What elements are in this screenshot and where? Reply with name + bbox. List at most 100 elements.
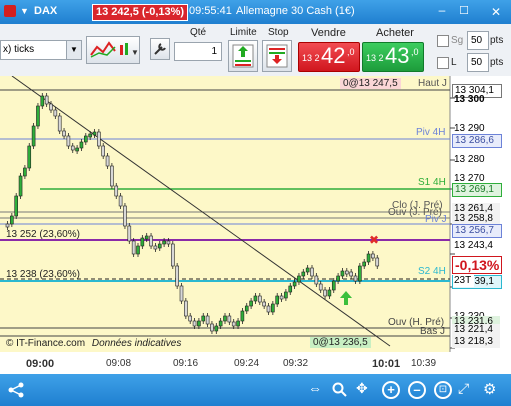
candle-body [44, 95, 49, 105]
candle-body [314, 275, 319, 285]
settings-icon[interactable]: ⚙ [483, 380, 496, 398]
candle-body [110, 165, 114, 187]
chart-tools-button[interactable]: ▼ [86, 36, 140, 64]
dropdown-icon[interactable]: ▼ [20, 6, 29, 16]
candle-body [5, 223, 10, 228]
buy-button[interactable]: 13 2 43 ,0 [362, 42, 424, 72]
wrench-icon [154, 43, 166, 55]
stop-order-button[interactable] [262, 40, 292, 72]
candle-body [162, 240, 166, 245]
time-label-0916: 09:16 [173, 358, 199, 369]
sell-price-main: 42 [321, 43, 346, 68]
zoom-in-icon[interactable]: + [382, 381, 400, 399]
sg-unit: pts [490, 35, 504, 46]
candle-body [249, 300, 253, 307]
qty-input[interactable]: 1 [174, 42, 222, 61]
candle-body [192, 320, 197, 327]
buy-label: Acheter [376, 27, 414, 39]
candle-body [349, 271, 353, 277]
candle-body [188, 315, 192, 322]
arrows-icon[interactable]: ⇔ [308, 380, 322, 396]
lock-icon[interactable]: ⤢ [458, 380, 469, 397]
chart-tools-icon: ▼ [90, 41, 139, 58]
candle-body [375, 257, 380, 267]
time-label-0932: 09:32 [283, 358, 309, 369]
sg-checkbox[interactable] [437, 35, 449, 47]
s2-4h-label: S2 4H [418, 266, 446, 277]
candle-body [27, 145, 32, 169]
limit-label: Limite [230, 27, 257, 38]
sg-input[interactable]: 50 [467, 31, 489, 50]
copyright-owner: © IT-Finance.com [6, 338, 86, 349]
candle-body [358, 265, 362, 282]
candle-body [10, 215, 14, 225]
candle-body [157, 243, 162, 249]
candle-body [362, 261, 367, 267]
price-chart[interactable]: ✖ Haut J 0@13 247,5 Piv 4H S1 4H Clo (J.… [0, 76, 511, 354]
candle-body [84, 135, 88, 143]
l-unit: pts [490, 57, 504, 68]
candle-body [75, 147, 79, 152]
minimize-icon[interactable]: – [434, 4, 450, 19]
candle-body [144, 235, 149, 240]
candle-body [257, 295, 262, 303]
zoom-fit-icon[interactable]: ⊡ [434, 381, 452, 399]
price-13221: 13 221,4 [452, 324, 500, 336]
time-label-1001: 10:01 [372, 358, 401, 370]
l-checkbox[interactable] [437, 57, 449, 69]
candle-body [31, 125, 36, 147]
limit-order-button[interactable] [228, 40, 258, 72]
candle-body [262, 301, 266, 307]
pan-icon[interactable]: ✥ [356, 380, 368, 397]
candle-body [14, 195, 18, 217]
candle-body [292, 281, 297, 287]
candle-body [131, 240, 136, 255]
stop-order-icon [266, 44, 288, 68]
candle-body [101, 145, 105, 157]
zoom-out-icon[interactable]: – [408, 381, 426, 399]
sg-label: Sg [451, 35, 464, 46]
sell-label: Vendre [311, 27, 346, 39]
candle-body [210, 323, 214, 332]
candle-body [336, 275, 340, 282]
buy-price-main: 43 [385, 43, 410, 68]
bottom-marker: 0@13 236,5 [310, 337, 371, 348]
buy-price-decimal: ,0 [411, 47, 419, 57]
candle-body [284, 291, 288, 299]
candle-body [105, 155, 110, 167]
limit-order-icon [232, 44, 254, 68]
buy-price-prefix: 13 2 [366, 53, 384, 63]
title-bar: ▼ DAX 13 242,5 (-0,13%) 09:55:41 Allemag… [0, 0, 511, 24]
time-label-1039: 10:39 [411, 358, 437, 369]
candle-body [223, 315, 227, 322]
candle-body [275, 295, 280, 305]
search-icon[interactable] [332, 382, 348, 398]
candle-body [310, 267, 314, 277]
candle-body [53, 109, 58, 117]
candle-body [331, 280, 336, 291]
candle-body [18, 175, 23, 197]
close-icon[interactable]: ✕ [484, 2, 508, 22]
settings-button[interactable] [150, 38, 170, 60]
candle-body [36, 105, 40, 127]
stop-label: Stop [268, 27, 289, 38]
candle-body [136, 245, 140, 255]
candle-body [171, 243, 175, 267]
bas-j-label: Bas J [420, 326, 446, 337]
price-13256: 13 256,7 [452, 224, 502, 238]
candle-body [153, 245, 158, 250]
candle-body [66, 135, 71, 147]
candle-body [231, 321, 236, 327]
candle-body [149, 235, 153, 247]
candle-body [127, 225, 132, 242]
l-input[interactable]: 50 [467, 53, 489, 72]
price-13269: 13 269,1 [452, 183, 502, 197]
timeframe-select[interactable]: x) ticks ▼ [0, 40, 82, 60]
share-icon[interactable] [8, 382, 24, 398]
sell-button[interactable]: 13 2 42 ,0 [298, 42, 360, 72]
candle-body [353, 275, 358, 282]
qty-value: 1 [211, 46, 217, 57]
l-value: 50 [471, 57, 483, 68]
maximize-icon[interactable]: ☐ [456, 4, 472, 19]
candle-body [301, 271, 306, 277]
